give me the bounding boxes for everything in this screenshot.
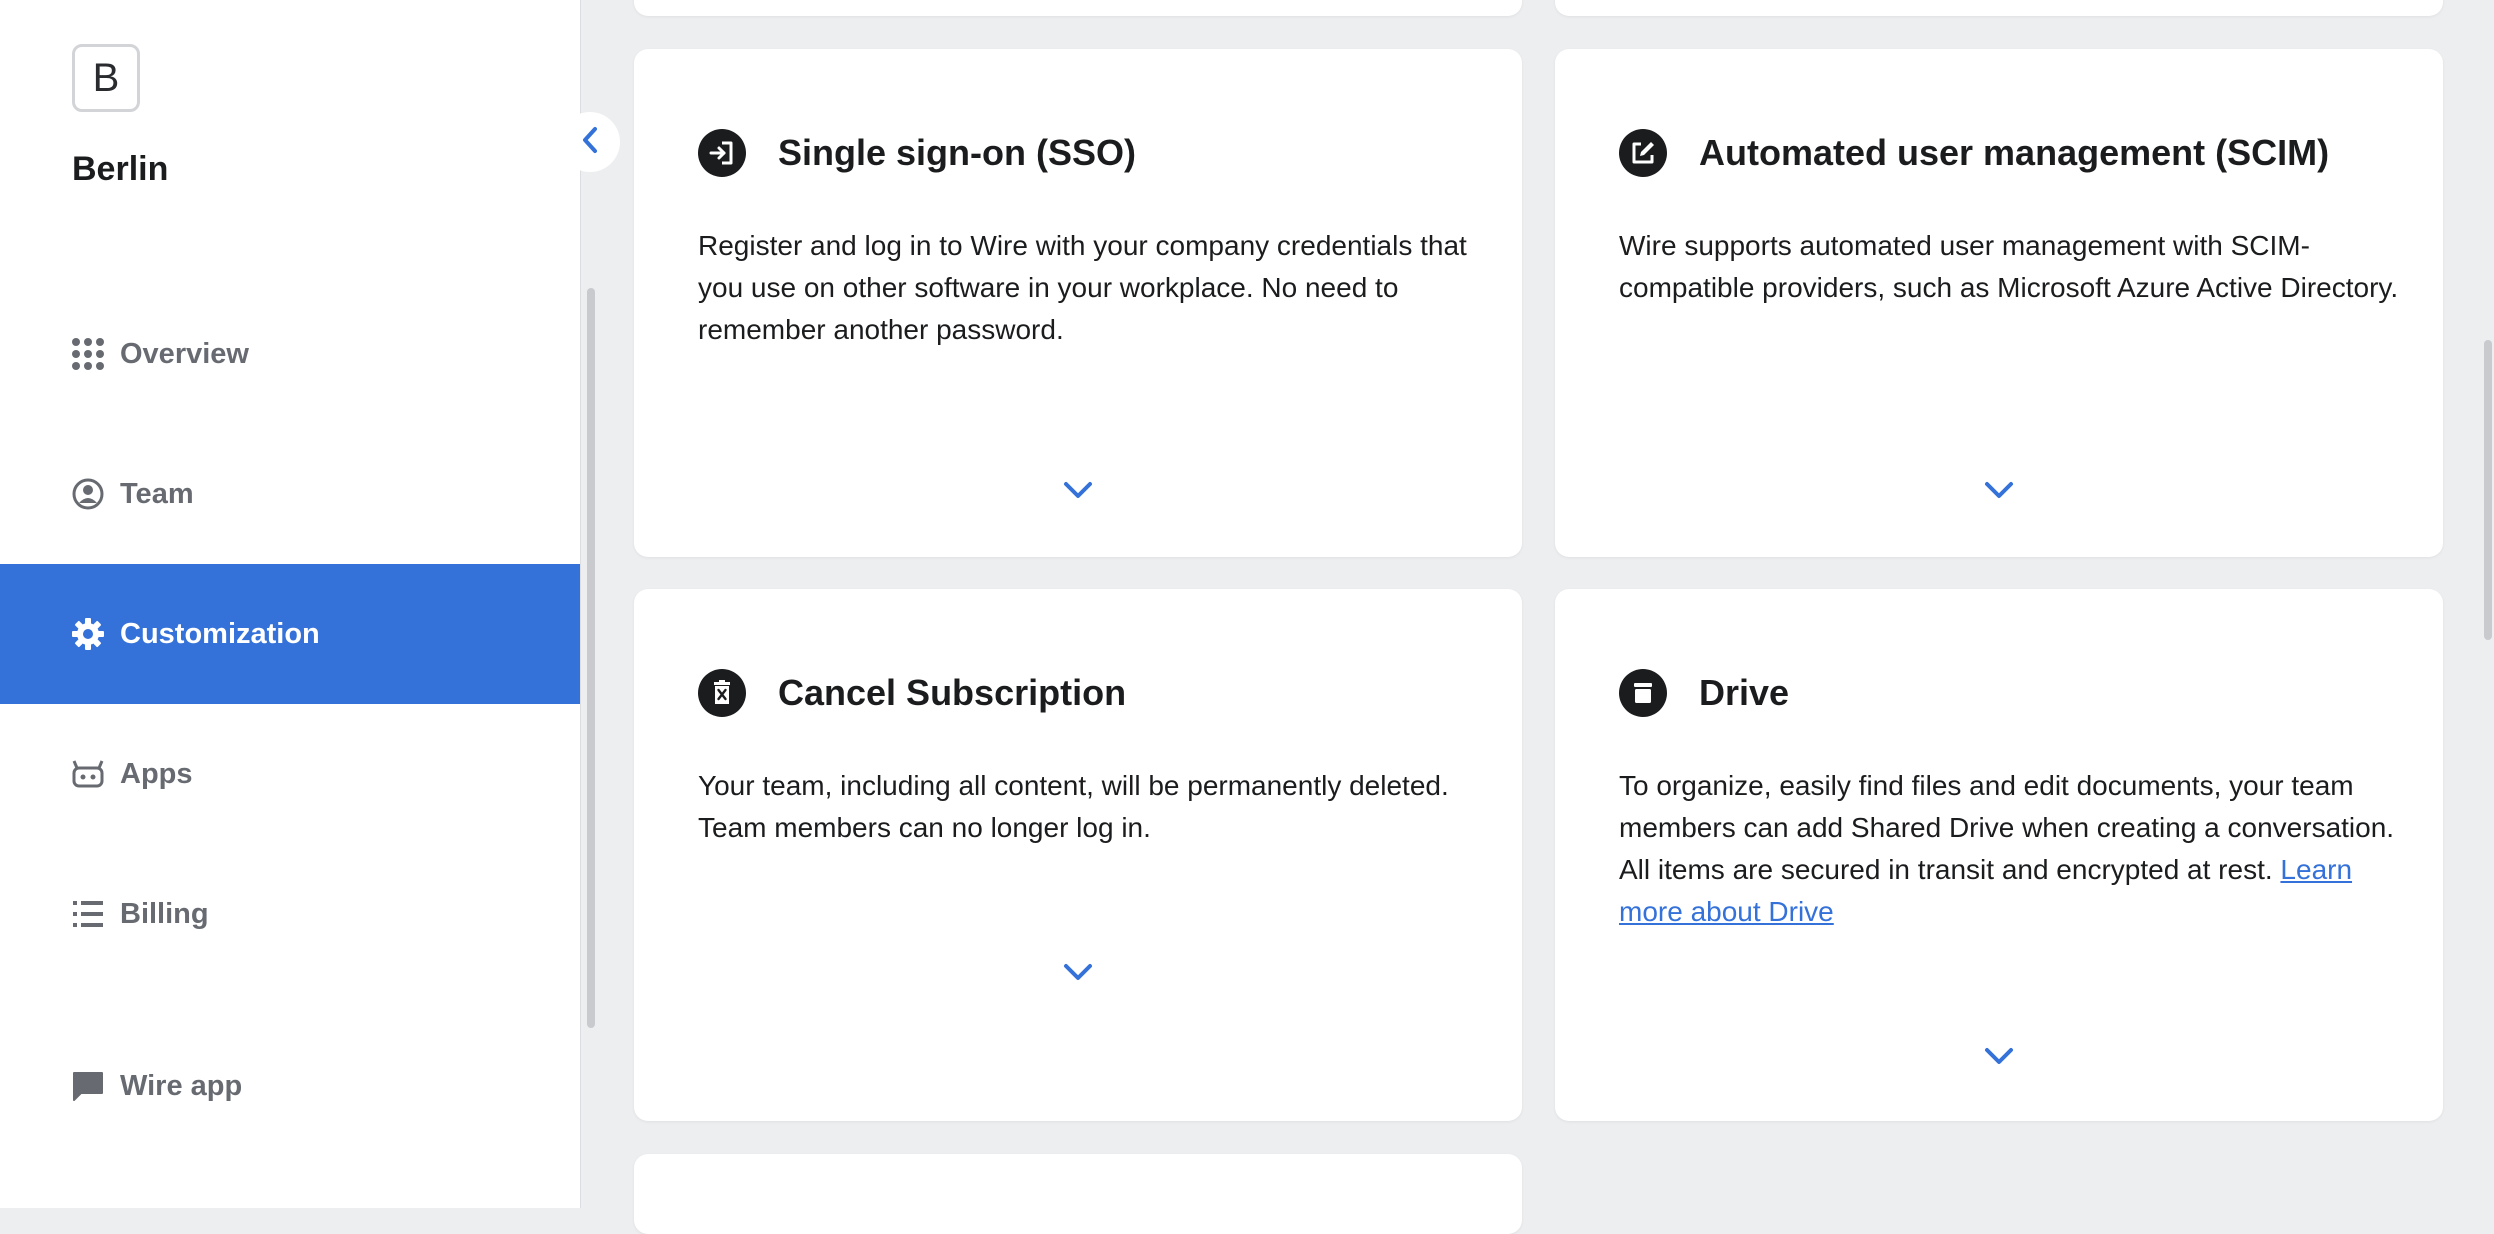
archive-icon [1619,669,1667,717]
chevron-down-icon [1062,479,1094,506]
trash-icon [698,669,746,717]
grid-icon [70,336,106,372]
sidebar-item-label: Apps [120,757,193,790]
scim-card-description: Wire supports automated user management … [1619,230,2399,303]
sign-in-icon [698,129,746,177]
sidebar-item-label: Billing [120,897,209,930]
card-partial-top-left [634,0,1522,16]
robot-icon [70,756,106,792]
drive-card: Drive To organize, easily find files and… [1555,589,2443,1121]
sidebar-item-label: Customization [120,617,320,650]
drive-card-description: To organize, easily find files and edit … [1619,765,2399,933]
chat-bubble-icon [70,1068,106,1104]
scim-card-title: Automated user management (SCIM) [1699,132,2330,173]
card-partial-top-right [1555,0,2443,16]
collapse-sidebar-button[interactable] [560,112,620,172]
sso-card-title: Single sign-on (SSO) [778,132,1136,173]
scim-expand-button[interactable] [1979,479,2019,505]
chevron-down-icon [1983,1045,2015,1072]
chevron-down-icon [1062,961,1094,988]
list-icon [70,896,106,932]
sso-card-description: Register and log in to Wire with your co… [698,230,1467,345]
card-partial-bottom-left [634,1154,1522,1234]
cancel-expand-button[interactable] [1058,961,1098,987]
edit-square-icon [1619,129,1667,177]
drive-description-text: To organize, easily find files and edit … [1619,770,2395,885]
sidebar-item-wire-app[interactable]: Wire app [0,1016,580,1156]
sidebar-item-label: Wire app [120,1069,243,1102]
scim-card: Automated user management (SCIM) Wire su… [1555,49,2443,557]
team-logo: B [72,44,140,112]
team-logo-letter: B [92,55,120,100]
user-circle-icon [70,476,106,512]
drive-card-title: Drive [1699,672,1790,713]
chevron-left-icon [580,125,600,160]
sso-expand-button[interactable] [1058,479,1098,505]
drive-expand-button[interactable] [1979,1045,2019,1071]
page-scrollbar[interactable] [2484,340,2492,640]
chevron-down-icon [1983,479,2015,506]
sidebar-item-label: Overview [120,337,249,370]
sidebar-item-overview[interactable]: Overview [0,284,580,424]
cancel-subscription-card: Cancel Subscription Your team, including… [634,589,1522,1121]
cancel-card-description: Your team, including all content, will b… [698,770,1449,843]
sidebar: B Berlin Overview Team Customization App… [0,0,581,1208]
sidebar-item-billing[interactable]: Billing [0,844,580,984]
sidebar-scrollbar[interactable] [587,288,595,1028]
cancel-card-title: Cancel Subscription [778,672,1127,713]
sidebar-item-apps[interactable]: Apps [0,704,580,844]
gear-icon [70,616,106,652]
team-name: Berlin [72,150,169,188]
sidebar-item-customization[interactable]: Customization [0,564,580,704]
sso-card: Single sign-on (SSO) Register and log in… [634,49,1522,557]
sidebar-item-label: Team [120,477,194,510]
sidebar-item-team[interactable]: Team [0,424,580,564]
